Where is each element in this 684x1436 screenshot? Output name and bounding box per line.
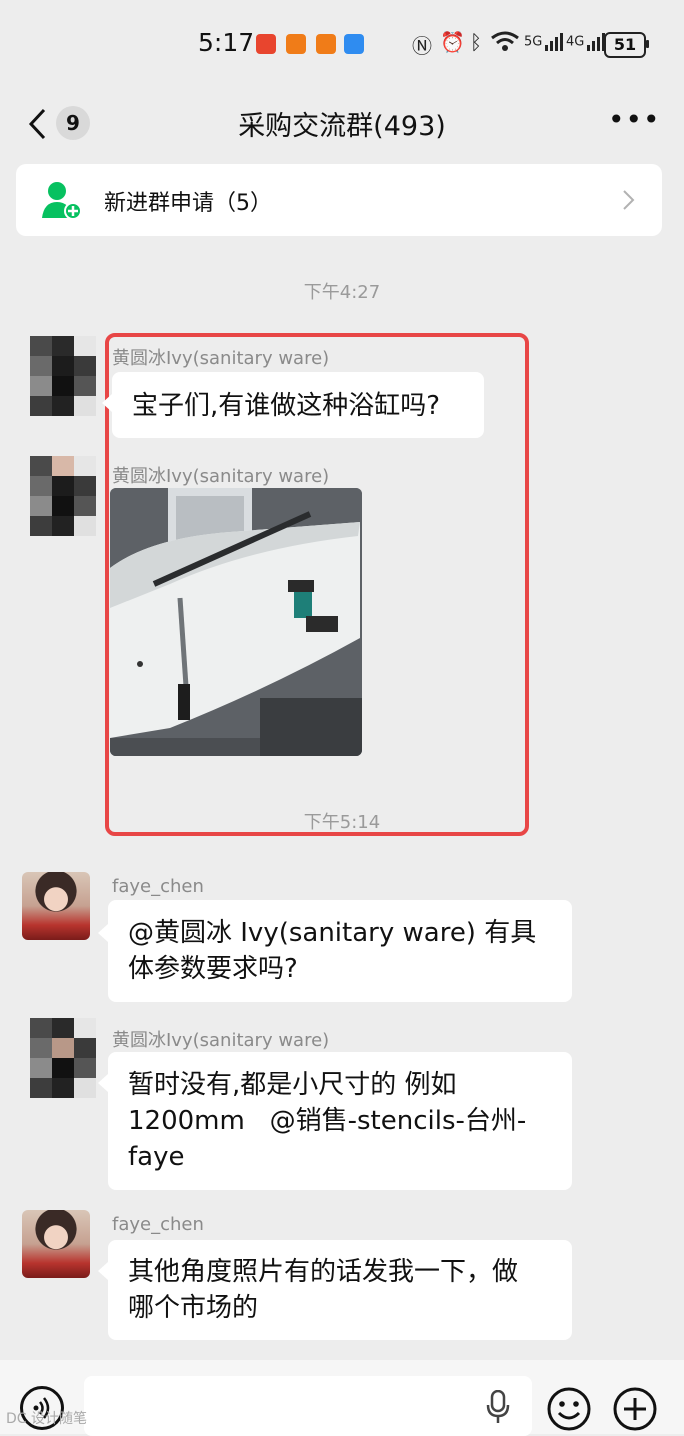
chat-header: 9 采购交流群(493) ••• bbox=[0, 90, 684, 158]
input-bar bbox=[0, 1360, 684, 1436]
bathtub-photo[interactable] bbox=[110, 488, 362, 756]
bubble-tail bbox=[98, 1074, 108, 1092]
message-bubble[interactable]: 暂时没有,都是小尺寸的 例如 1200mm @销售-stencils-台州- f… bbox=[108, 1052, 572, 1190]
sender-name: 黄圆冰Ivy(sanitary ware) bbox=[112, 348, 330, 369]
message-text-line: 其他角度照片有的话发我一下，做 bbox=[128, 1257, 519, 1287]
alarm-icon: ⏰ bbox=[440, 30, 465, 54]
bubble-tail bbox=[98, 1262, 108, 1280]
avatar[interactable] bbox=[22, 1210, 90, 1278]
avatar[interactable] bbox=[30, 336, 96, 416]
watermark: DC 设计随笔 bbox=[6, 1411, 88, 1427]
message-input[interactable] bbox=[84, 1376, 532, 1436]
message-text-line: faye bbox=[128, 1142, 185, 1172]
bubble-tail bbox=[102, 394, 112, 412]
mic-icon[interactable] bbox=[486, 1390, 510, 1424]
app-notification-icon bbox=[256, 34, 276, 54]
message-text-line: 1200mm @销售-stencils-台州- bbox=[128, 1106, 527, 1136]
message-bubble[interactable]: 宝子们,有谁做这种浴缸吗? bbox=[112, 372, 484, 438]
time-separator: 下午4:27 bbox=[303, 282, 381, 303]
avatar[interactable] bbox=[30, 456, 96, 536]
nfc-icon: Ⓝ bbox=[412, 34, 432, 58]
bubble-tail bbox=[98, 924, 108, 942]
add-button[interactable] bbox=[612, 1386, 658, 1432]
signal-5g-icon: 5G bbox=[524, 32, 565, 52]
signal-4g-icon: 4G bbox=[566, 32, 607, 52]
message-text-line: @黄圆冰 Ivy(sanitary ware) 有具 bbox=[128, 918, 537, 948]
add-member-icon bbox=[42, 182, 82, 220]
chat-title: 采购交流群(493) bbox=[238, 111, 446, 142]
join-request-label: 新进群申请（5） bbox=[104, 191, 272, 216]
avatar[interactable] bbox=[22, 872, 90, 940]
join-request-card[interactable]: 新进群申请（5） bbox=[16, 164, 662, 236]
sender-name: 黄圆冰Ivy(sanitary ware) bbox=[112, 1030, 330, 1051]
battery-tip bbox=[646, 40, 649, 48]
app-notification-icon bbox=[286, 34, 306, 54]
sender-name: faye_chen bbox=[112, 876, 204, 897]
bluetooth-icon: ᛒ bbox=[470, 30, 482, 54]
emoji-button[interactable] bbox=[546, 1386, 592, 1432]
time-separator: 下午5:14 bbox=[303, 812, 381, 833]
message-bubble[interactable]: @黄圆冰 Ivy(sanitary ware) 有具 体参数要求吗? bbox=[108, 900, 572, 1002]
wifi-icon bbox=[490, 30, 520, 57]
sender-name: 黄圆冰Ivy(sanitary ware) bbox=[112, 466, 330, 487]
more-options-button[interactable]: ••• bbox=[608, 106, 660, 136]
avatar[interactable] bbox=[30, 1018, 96, 1098]
message-text-line: 暂时没有,都是小尺寸的 例如 bbox=[128, 1070, 457, 1100]
message-bubble[interactable]: 其他角度照片有的话发我一下，做 哪个市场的 bbox=[108, 1240, 572, 1340]
status-time: 5:17 bbox=[198, 28, 255, 57]
app-notification-icon bbox=[316, 34, 336, 54]
battery-indicator: 51 bbox=[604, 32, 646, 58]
status-bar: 5:17 Ⓝ ⏰ ᛒ 5G 4G 51 bbox=[0, 0, 684, 90]
chevron-right-icon bbox=[623, 190, 635, 210]
message-text-line: 哪个市场的 bbox=[128, 1293, 259, 1323]
weather-icon bbox=[344, 34, 364, 54]
sender-name: faye_chen bbox=[112, 1214, 204, 1235]
message-text-line: 体参数要求吗? bbox=[128, 954, 298, 984]
